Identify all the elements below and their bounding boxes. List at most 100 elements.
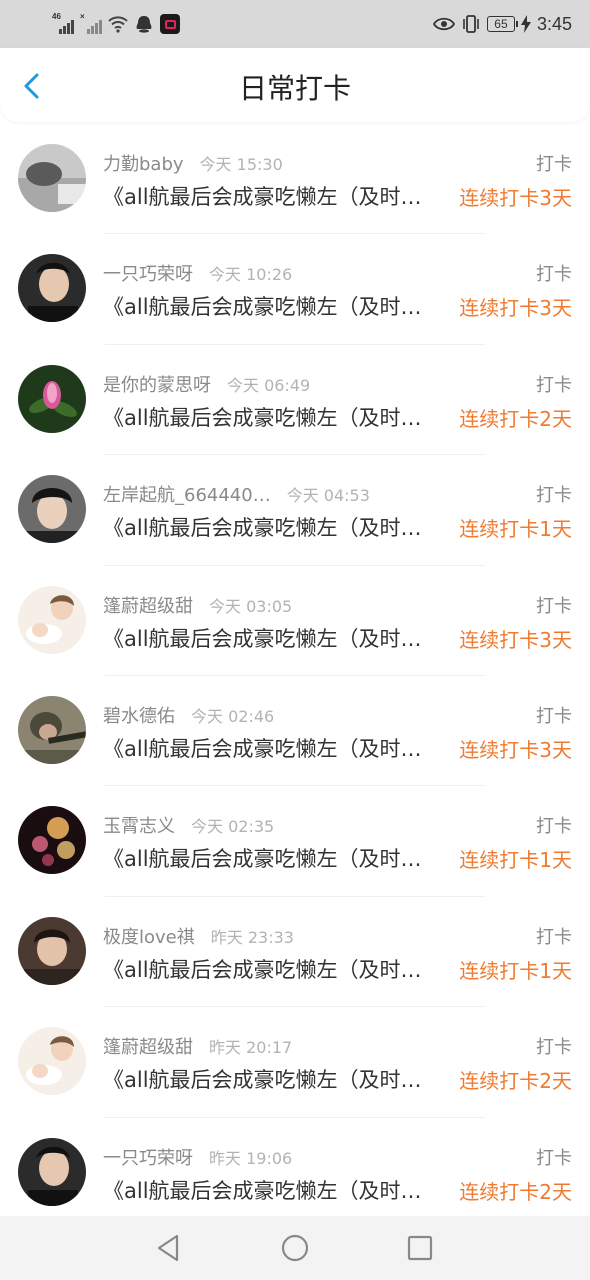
checkin-label: 打卡: [536, 595, 572, 617]
list-item[interactable]: 是你的蒙思呀 今天 06:49 打卡 《all航最后会成豪吃懒左（及时… 连续打…: [0, 345, 590, 456]
username[interactable]: 力勤baby: [103, 150, 184, 176]
username[interactable]: 一只巧荣呀: [103, 260, 193, 286]
avatar[interactable]: [18, 695, 86, 764]
checkin-label: 打卡: [536, 1037, 572, 1059]
entry-text[interactable]: 《all航最后会成豪吃懒左（及时…: [103, 733, 439, 763]
entry-text[interactable]: 《all航最后会成豪吃懒左（及时…: [103, 1064, 439, 1094]
list-item[interactable]: 左岸起航_664440… 今天 04:53 打卡 《all航最后会成豪吃懒左（及…: [0, 455, 590, 566]
avatar[interactable]: [18, 1027, 86, 1096]
entry-meta: 篷蔚超级甜 昨天 20:17: [103, 1033, 293, 1059]
timestamp: 今天 06:49: [227, 375, 311, 395]
list-item[interactable]: 碧水德佑 今天 02:46 打卡 《all航最后会成豪吃懒左（及时… 连续打卡3…: [0, 676, 590, 787]
entry-meta: 是你的蒙思呀 今天 06:49: [103, 371, 311, 397]
entry-meta: 极度love祺 昨天 23:33: [103, 923, 294, 949]
checkin-label: 打卡: [536, 705, 572, 727]
entry-meta: 玉霄志义 今天 02:35: [103, 812, 274, 838]
battery-icon: 65: [486, 16, 518, 32]
username[interactable]: 篷蔚超级甜: [103, 1033, 193, 1059]
checkin-label: 打卡: [536, 926, 572, 948]
recents-square-icon[interactable]: [404, 1232, 436, 1264]
network-status-label: ×: [80, 12, 85, 21]
username[interactable]: 碧水德佑: [103, 702, 175, 728]
entry-text[interactable]: 《all航最后会成豪吃懒左（及时…: [103, 623, 439, 653]
status-bar: 46 × 65 3:45: [0, 0, 590, 48]
timestamp: 昨天 23:33: [210, 927, 294, 947]
qq-icon: [136, 16, 152, 33]
entry-meta: 篷蔚超级甜 今天 03:05: [103, 592, 293, 618]
streak-badge: 连续打卡3天: [459, 737, 572, 762]
streak-badge: 连续打卡3天: [459, 186, 572, 210]
charging-icon: [520, 15, 531, 33]
avatar[interactable]: [18, 585, 86, 654]
username[interactable]: 是你的蒙思呀: [103, 371, 211, 397]
checkin-label: 打卡: [536, 1147, 572, 1169]
entry-text[interactable]: 《all航最后会成豪吃懒左（及时…: [103, 291, 439, 321]
timestamp: 今天 03:05: [209, 596, 293, 616]
timestamp: 今天 04:53: [286, 486, 370, 506]
list-item[interactable]: 一只巧荣呀 昨天 19:06 打卡 《all航最后会成豪吃懒左（及时… 连续打卡…: [0, 1118, 590, 1228]
timestamp: 今天 10:26: [209, 265, 293, 285]
signal-icon: ×: [80, 12, 102, 34]
avatar[interactable]: [18, 144, 86, 212]
home-circle-icon[interactable]: [279, 1232, 311, 1264]
vibrate-icon: [463, 15, 479, 33]
timestamp: 昨天 19:06: [209, 1148, 293, 1168]
navigation-bar: [0, 1216, 590, 1280]
entry-meta: 力勤baby 今天 15:30: [103, 150, 283, 176]
list-item[interactable]: 篷蔚超级甜 今天 03:05 打卡 《all航最后会成豪吃懒左（及时… 连续打卡…: [0, 566, 590, 676]
signal-icon: 46: [52, 12, 74, 34]
streak-badge: 连续打卡2天: [459, 1069, 572, 1094]
username[interactable]: 篷蔚超级甜: [103, 592, 193, 618]
entry-meta: 一只巧荣呀 今天 10:26: [103, 260, 293, 286]
entry-text[interactable]: 《all航最后会成豪吃懒左（及时…: [103, 1175, 439, 1205]
avatar[interactable]: [18, 254, 86, 323]
status-left: 46 ×: [52, 12, 180, 36]
clock: 3:45: [536, 13, 572, 34]
avatar[interactable]: [18, 1137, 86, 1206]
avatar[interactable]: [18, 916, 86, 985]
username[interactable]: 左岸起航_664440…: [103, 481, 271, 507]
list-item[interactable]: 篷蔚超级甜 昨天 20:17 打卡 《all航最后会成豪吃懒左（及时… 连续打卡…: [0, 1007, 590, 1118]
app-icon: [160, 14, 180, 34]
eye-icon: [432, 17, 455, 31]
username[interactable]: 一只巧荣呀: [103, 1144, 193, 1170]
timestamp: 昨天 20:17: [209, 1038, 293, 1058]
entry-meta: 碧水德佑 今天 02:46: [103, 702, 275, 728]
entry-text[interactable]: 《all航最后会成豪吃懒左（及时…: [103, 843, 439, 873]
avatar[interactable]: [18, 364, 86, 433]
username[interactable]: 玉霄志义: [103, 812, 175, 838]
entry-meta: 一只巧荣呀 昨天 19:06: [103, 1144, 293, 1170]
streak-badge: 连续打卡2天: [459, 406, 572, 431]
streak-badge: 连续打卡1天: [459, 848, 572, 873]
streak-badge: 连续打卡3天: [459, 627, 572, 652]
checkin-list: 力勤baby 今天 15:30 打卡 《all航最后会成豪吃懒左（及时… 连续打…: [0, 124, 590, 1228]
checkin-label: 打卡: [536, 485, 572, 507]
list-item[interactable]: 一只巧荣呀 今天 10:26 打卡 《all航最后会成豪吃懒左（及时… 连续打卡…: [0, 234, 590, 345]
checkin-label: 打卡: [536, 374, 572, 396]
entry-text[interactable]: 《all航最后会成豪吃懒左（及时…: [103, 181, 439, 211]
avatar[interactable]: [18, 806, 86, 875]
entry-text[interactable]: 《all航最后会成豪吃懒左（及时…: [103, 954, 439, 984]
title-bar: 日常打卡: [0, 48, 590, 122]
streak-badge: 连续打卡1天: [459, 517, 572, 542]
checkin-label: 打卡: [536, 264, 572, 286]
entry-text[interactable]: 《all航最后会成豪吃懒左（及时…: [103, 512, 439, 542]
back-triangle-icon[interactable]: [153, 1232, 185, 1264]
username[interactable]: 极度love祺: [103, 923, 195, 949]
streak-badge: 连续打卡2天: [459, 1179, 572, 1204]
avatar[interactable]: [18, 475, 86, 544]
timestamp: 今天 15:30: [199, 155, 283, 174]
streak-badge: 连续打卡3天: [459, 296, 572, 321]
list-item[interactable]: 玉霄志义 今天 02:35 打卡 《all航最后会成豪吃懒左（及时… 连续打卡1…: [0, 786, 590, 897]
list-item[interactable]: 极度love祺 昨天 23:33 打卡 《all航最后会成豪吃懒左（及时… 连续…: [0, 897, 590, 1008]
status-right: 65 3:45: [432, 12, 572, 36]
checkin-label: 打卡: [536, 816, 572, 838]
timestamp: 今天 02:46: [191, 706, 275, 726]
streak-badge: 连续打卡1天: [459, 958, 572, 983]
entry-meta: 左岸起航_664440… 今天 04:53: [103, 481, 370, 507]
page-title: 日常打卡: [238, 72, 351, 105]
list-item[interactable]: 力勤baby 今天 15:30 打卡 《all航最后会成豪吃懒左（及时… 连续打…: [0, 124, 590, 235]
wifi-icon: [108, 16, 128, 33]
entry-text[interactable]: 《all航最后会成豪吃懒左（及时…: [103, 402, 439, 432]
checkin-label: 打卡: [536, 154, 572, 175]
